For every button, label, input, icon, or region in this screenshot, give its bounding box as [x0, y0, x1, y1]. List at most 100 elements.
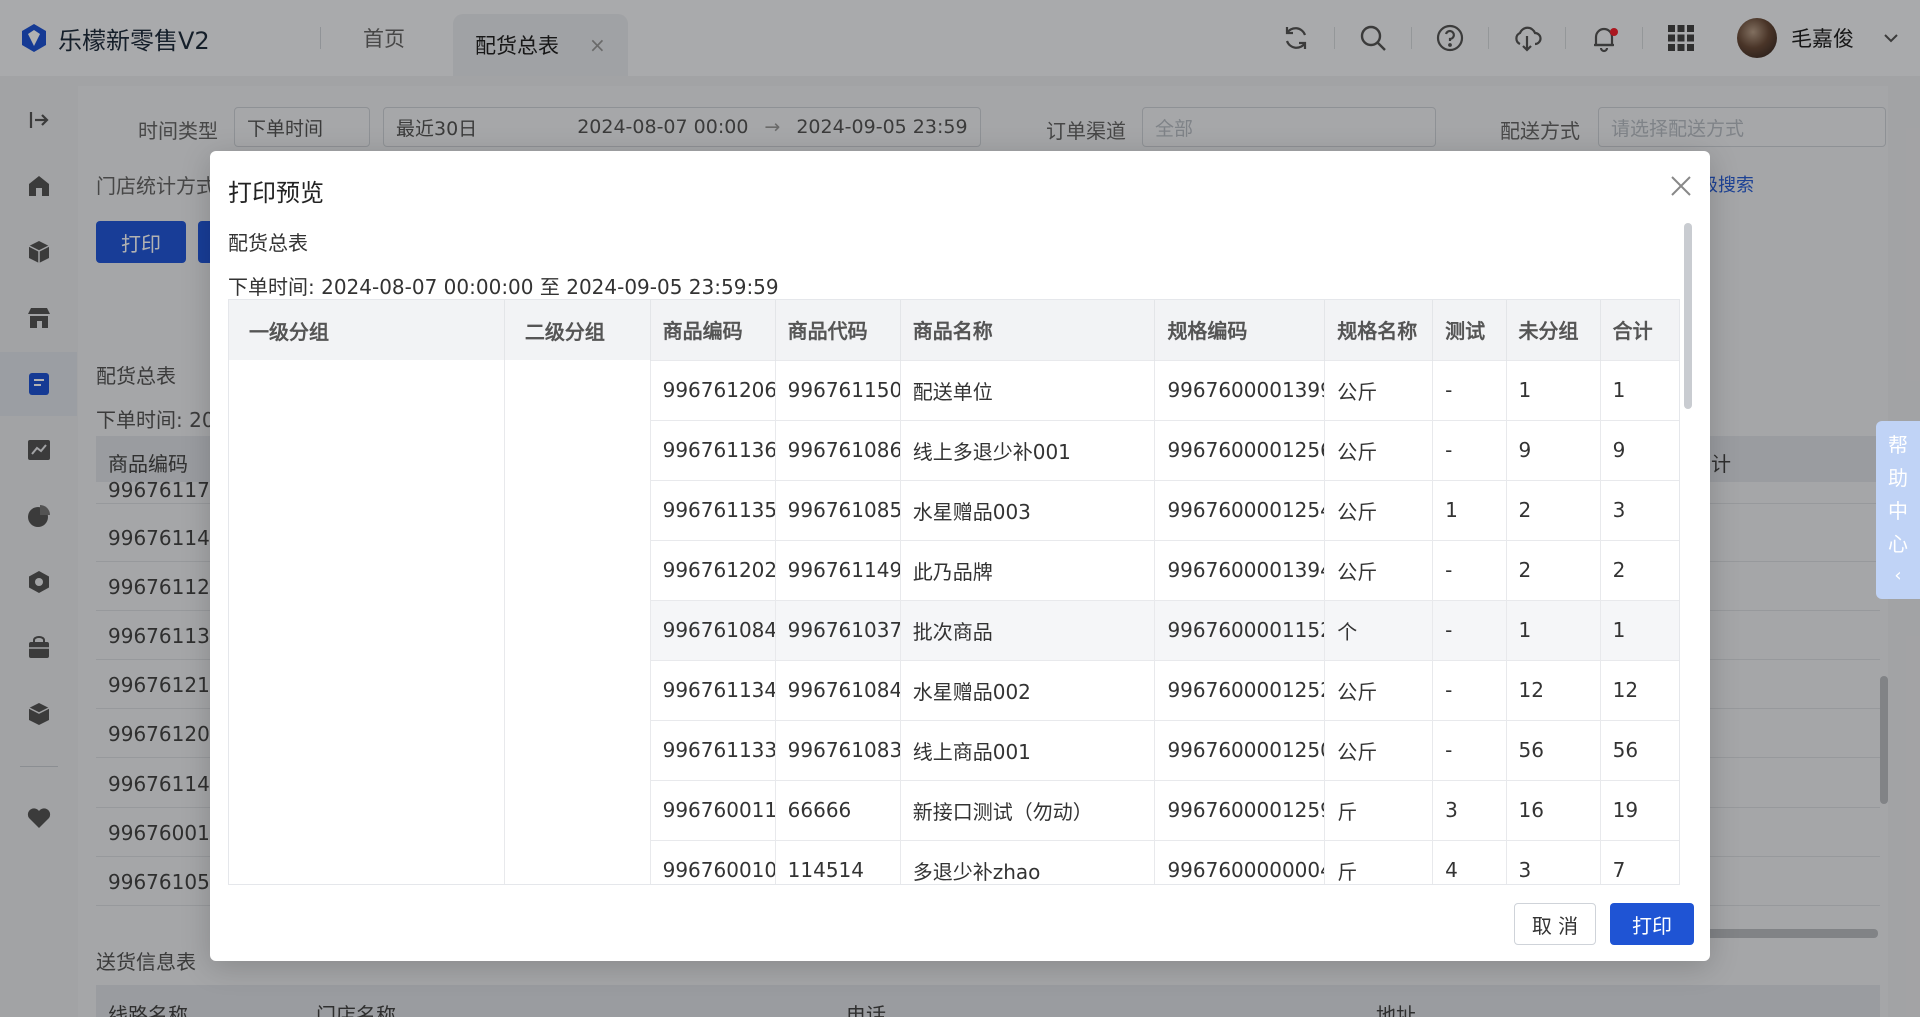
cell-ungrouped: 3: [1506, 839, 1601, 884]
cell-ungrouped: 2: [1506, 539, 1601, 600]
cell-product-name: 配送单位: [900, 359, 1156, 420]
help-char: 帮: [1888, 433, 1908, 457]
cell-product-id: 996761150: [775, 359, 901, 420]
preview-table: 一级分组 二级分组 商品编码 商品代码 商品名称 规格编码 规格名称 测试 未分…: [228, 299, 1680, 885]
cell-total: 56: [1600, 719, 1679, 780]
cell-spec-code: 9967600001254: [1154, 479, 1326, 540]
cell-test: -: [1432, 539, 1507, 600]
preview-time-range: 下单时间: 2024-08-07 00:00:00 至 2024-09-05 2…: [228, 275, 779, 299]
cell-group2: [504, 360, 651, 884]
cell-spec-name: 公斤: [1324, 359, 1434, 420]
cell-ungrouped: 16: [1506, 779, 1601, 840]
help-center-tab[interactable]: 帮 助 中 心 ‹: [1876, 421, 1920, 599]
cell-product-id: 66666: [775, 779, 901, 840]
col-product-id: 商品代码: [775, 300, 901, 360]
col-group1: 一级分组: [229, 300, 505, 360]
cell-test: 4: [1432, 839, 1507, 884]
cell-ungrouped: 12: [1506, 659, 1601, 720]
col-ungrouped: 未分组: [1506, 300, 1601, 360]
cancel-button[interactable]: 取 消: [1514, 903, 1596, 945]
cell-test: -: [1432, 719, 1507, 780]
cell-ungrouped: 1: [1506, 599, 1601, 660]
cell-product-name: 多退少补zhao: [900, 839, 1156, 884]
cell-product-name: 线上多退少补001: [900, 419, 1156, 480]
cell-test: -: [1432, 359, 1507, 420]
cell-total: 3: [1600, 479, 1679, 540]
dialog-scrollbar[interactable]: [1684, 223, 1692, 409]
col-spec-name: 规格名称: [1324, 300, 1434, 360]
cell-ungrouped: 56: [1506, 719, 1601, 780]
help-char: 中: [1888, 499, 1908, 523]
cell-ungrouped: 1: [1506, 359, 1601, 420]
cell-total: 12: [1600, 659, 1679, 720]
table-header-row: 一级分组 二级分组 商品编码 商品代码 商品名称 规格编码 规格名称 测试 未分…: [229, 300, 1679, 360]
cell-product-name: 批次商品: [900, 599, 1156, 660]
cell-spec-name: 公斤: [1324, 659, 1434, 720]
cell-ungrouped: 9: [1506, 419, 1601, 480]
cell-spec-name: 斤: [1324, 779, 1434, 840]
cell-product-code: 996761135: [650, 479, 776, 540]
help-char: 心: [1888, 532, 1908, 556]
cell-product-code: 996761134: [650, 659, 776, 720]
cell-spec-code: 9967600001256: [1154, 419, 1326, 480]
print-button[interactable]: 打印: [1610, 903, 1694, 945]
cell-spec-name: 公斤: [1324, 719, 1434, 780]
col-product-code: 商品编码: [650, 300, 776, 360]
chevron-left-icon: ‹: [1894, 565, 1902, 586]
table-row: 996761206 996761150 配送单位 9967600001399 公斤 -1 1: [229, 359, 1679, 884]
cell-total: 1: [1600, 599, 1679, 660]
col-spec-code: 规格编码: [1154, 300, 1326, 360]
cell-spec-code: 9967600001399: [1154, 359, 1326, 420]
preview-subtitle: 配货总表: [228, 231, 308, 255]
cell-total: 7: [1600, 839, 1679, 884]
cell-product-name: 线上商品001: [900, 719, 1156, 780]
cell-spec-name: 公斤: [1324, 419, 1434, 480]
cell-product-code: 996761136: [650, 419, 776, 480]
cell-product-id: 114514: [775, 839, 901, 884]
cell-spec-code: 9967600000004: [1154, 839, 1326, 884]
col-group2: 二级分组: [504, 300, 651, 360]
cell-product-name: 此乃品牌: [900, 539, 1156, 600]
cell-ungrouped: 2: [1506, 479, 1601, 540]
print-preview-dialog: 打印预览 配货总表 下单时间: 2024-08-07 00:00:00 至 20…: [210, 151, 1710, 961]
col-test: 测试: [1432, 300, 1507, 360]
cell-total: 9: [1600, 419, 1679, 480]
col-total: 合计: [1600, 300, 1679, 360]
cell-product-code: 996761133: [650, 719, 776, 780]
cell-product-id: 996761083: [775, 719, 901, 780]
cell-product-id: 996761084: [775, 659, 901, 720]
cell-test: 1: [1432, 479, 1507, 540]
cell-test: -: [1432, 419, 1507, 480]
cell-product-code: 996761206: [650, 359, 776, 420]
cell-spec-name: 个: [1324, 599, 1434, 660]
cell-group1: [229, 360, 505, 884]
cell-spec-name: 公斤: [1324, 479, 1434, 540]
help-char: 助: [1888, 466, 1908, 490]
cell-test: -: [1432, 659, 1507, 720]
cell-spec-name: 斤: [1324, 839, 1434, 884]
cell-product-code: 996761084: [650, 599, 776, 660]
cell-product-code: 996760010: [650, 839, 776, 884]
cell-spec-name: 公斤: [1324, 539, 1434, 600]
dialog-title: 打印预览: [228, 179, 324, 207]
cell-test: 3: [1432, 779, 1507, 840]
col-product-name: 商品名称: [900, 300, 1156, 360]
cell-product-name: 水星赠品002: [900, 659, 1156, 720]
cell-product-name: 新接口测试（勿动）: [900, 779, 1156, 840]
cell-product-id: 996761037: [775, 599, 901, 660]
cell-total: 1: [1600, 359, 1679, 420]
cell-product-id: 996761086: [775, 419, 901, 480]
cell-product-code: 996760011: [650, 779, 776, 840]
cell-product-id: 996761085: [775, 479, 901, 540]
cell-spec-code: 9967600001252: [1154, 659, 1326, 720]
cell-product-code: 996761202: [650, 539, 776, 600]
cell-test: -: [1432, 599, 1507, 660]
cell-total: 2: [1600, 539, 1679, 600]
cell-spec-code: 9967600001152: [1154, 599, 1326, 660]
close-icon[interactable]: [1668, 173, 1694, 199]
cell-total: 19: [1600, 779, 1679, 840]
cell-spec-code: 9967600001250: [1154, 719, 1326, 780]
cell-product-id: 996761149: [775, 539, 901, 600]
cell-spec-code: 9967600001394: [1154, 539, 1326, 600]
cell-spec-code: 9967600001259: [1154, 779, 1326, 840]
